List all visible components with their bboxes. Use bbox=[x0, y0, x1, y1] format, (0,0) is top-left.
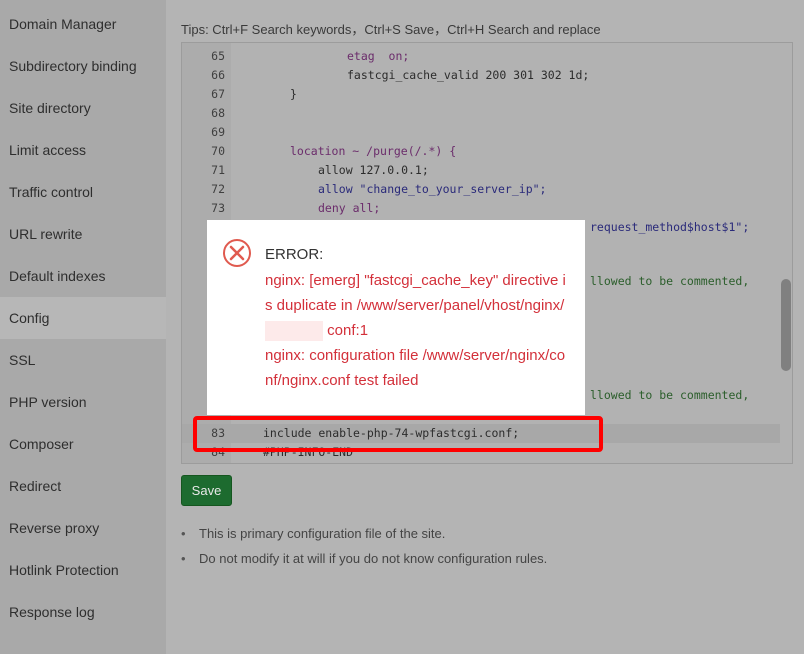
sidebar-item-response-log[interactable]: Response log bbox=[0, 591, 166, 633]
note-item: This is primary configuration file of th… bbox=[181, 524, 547, 549]
sidebar: Domain Manager Subdirectory binding Site… bbox=[0, 0, 166, 654]
error-title: ERROR: bbox=[265, 246, 324, 263]
sidebar-item-default-indexes[interactable]: Default indexes bbox=[0, 255, 166, 297]
error-circle-x-icon bbox=[223, 239, 251, 267]
sidebar-item-redirect[interactable]: Redirect bbox=[0, 465, 166, 507]
save-button[interactable]: Save bbox=[181, 475, 232, 506]
sidebar-item-composer[interactable]: Composer bbox=[0, 423, 166, 465]
line-number: 73 bbox=[211, 201, 225, 215]
sidebar-item-reverse-proxy[interactable]: Reverse proxy bbox=[0, 507, 166, 549]
sidebar-item-site-directory[interactable]: Site directory bbox=[0, 87, 166, 129]
line-number: 68 bbox=[211, 106, 225, 120]
highlight-annotation-box bbox=[193, 416, 603, 452]
help-notes: This is primary configuration file of th… bbox=[181, 524, 547, 574]
sidebar-item-subdirectory-binding[interactable]: Subdirectory binding bbox=[0, 45, 166, 87]
error-message-part: nginx: [emerg] "fastcgi_cache_key" direc… bbox=[265, 272, 566, 314]
line-number: 69 bbox=[211, 125, 225, 139]
sidebar-item-url-rewrite[interactable]: URL rewrite bbox=[0, 213, 166, 255]
error-message-part: nginx: configuration file /www/server/ng… bbox=[265, 347, 566, 389]
sidebar-item-limit-access[interactable]: Limit access bbox=[0, 129, 166, 171]
error-message-part: conf:1 bbox=[327, 322, 369, 339]
code-text: etag on; bbox=[347, 49, 410, 63]
code-line[interactable]: 69 bbox=[182, 123, 780, 142]
code-text: llowed to be commented, bbox=[590, 388, 750, 402]
sidebar-item-ssl[interactable]: SSL bbox=[0, 339, 166, 381]
sidebar-item-php-version[interactable]: PHP version bbox=[0, 381, 166, 423]
redacted-domain bbox=[265, 321, 323, 342]
line-number: 72 bbox=[211, 182, 225, 196]
code-text: request_method$host$1"; bbox=[590, 220, 750, 234]
code-line[interactable]: 73 deny all; bbox=[182, 199, 780, 218]
code-text: allow 127.0.0.1; bbox=[318, 163, 429, 177]
line-number: 65 bbox=[211, 49, 225, 63]
code-text: } bbox=[290, 87, 297, 101]
line-number: 70 bbox=[211, 144, 225, 158]
code-line[interactable]: 72 allow "change_to_your_server_ip"; bbox=[182, 180, 780, 199]
code-line[interactable]: 68 bbox=[182, 104, 780, 123]
code-text: allow "change_to_your_server_ip"; bbox=[318, 182, 547, 196]
code-line[interactable]: 65 etag on; bbox=[182, 47, 780, 66]
code-line[interactable]: 70 location ~ /purge(/.*) { bbox=[182, 142, 780, 161]
code-line[interactable]: 71 allow 127.0.0.1; bbox=[182, 161, 780, 180]
note-item: Do not modify it at will if you do not k… bbox=[181, 549, 547, 574]
code-text: deny all; bbox=[318, 201, 381, 215]
line-number: 71 bbox=[211, 163, 225, 177]
line-number: 66 bbox=[211, 68, 225, 82]
sidebar-item-config[interactable]: Config bbox=[0, 297, 166, 339]
code-line[interactable]: 66 fastcgi_cache_valid 200 301 302 1d; bbox=[182, 66, 780, 85]
sidebar-item-domain-manager[interactable]: Domain Manager bbox=[0, 3, 166, 45]
code-text: fastcgi_cache_valid 200 301 302 1d; bbox=[347, 68, 590, 82]
editor-scrollbar[interactable] bbox=[781, 279, 791, 371]
tips-text: Tips: Ctrl+F Search keywords，Ctrl+S Save… bbox=[181, 22, 601, 37]
line-number: 67 bbox=[211, 87, 225, 101]
sidebar-item-hotlink-protection[interactable]: Hotlink Protection bbox=[0, 549, 166, 591]
code-line[interactable]: 67} bbox=[182, 85, 780, 104]
error-dialog: ERROR: nginx: [emerg] "fastcgi_cache_key… bbox=[207, 220, 585, 415]
code-text: location ~ /purge(/.*) { bbox=[290, 144, 457, 158]
error-message: nginx: [emerg] "fastcgi_cache_key" direc… bbox=[265, 268, 570, 393]
sidebar-item-traffic-control[interactable]: Traffic control bbox=[0, 171, 166, 213]
code-text: llowed to be commented, bbox=[590, 274, 750, 288]
